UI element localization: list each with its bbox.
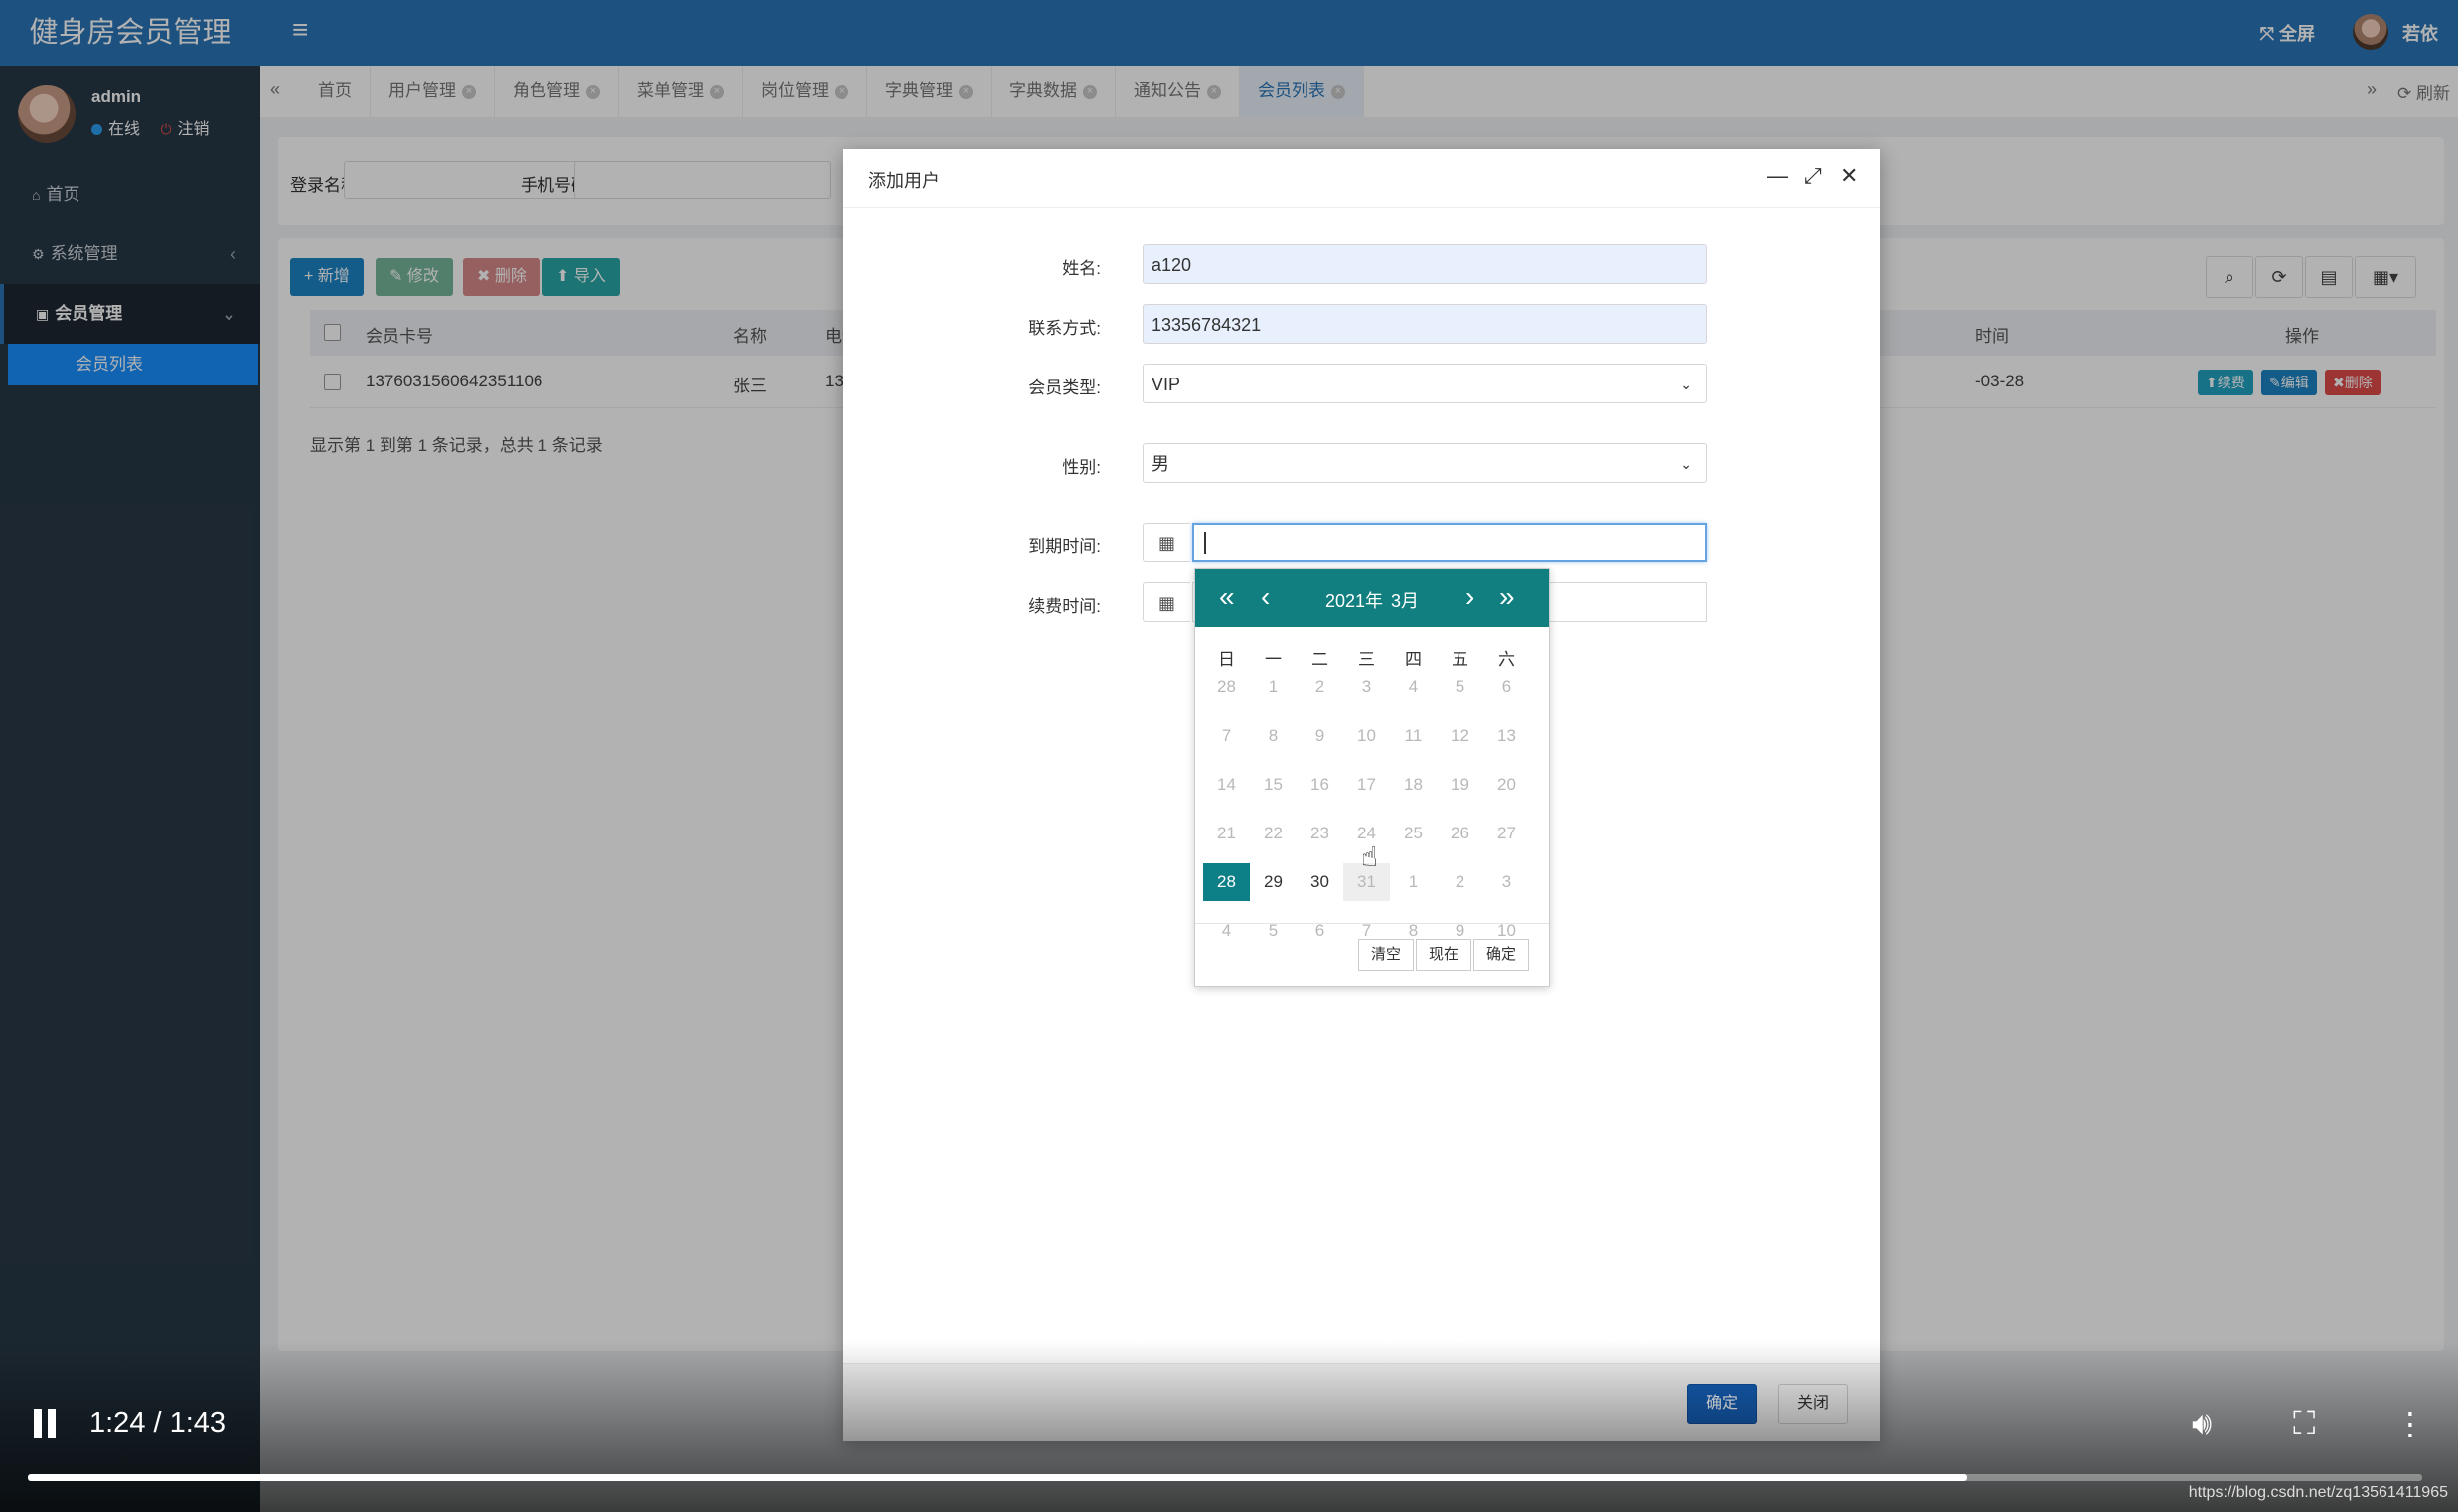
chevron-down-icon: ⌄ [1680, 456, 1692, 472]
calendar-day[interactable]: 14 [1203, 766, 1250, 804]
calendar-day[interactable]: 18 [1390, 766, 1437, 804]
date-picker: « ‹ 2021年 3月 › » 日一二三四五六 28 1 2 3 4 5 6 7 8 9 10 11 1… [1194, 568, 1550, 987]
calendar-day[interactable]: 13 [1483, 717, 1530, 755]
calendar-day[interactable]: 19 [1437, 766, 1483, 804]
video-controls-background [0, 1341, 2458, 1512]
expire-date-input[interactable] [1192, 523, 1707, 562]
weekday-label: 日 [1218, 650, 1235, 669]
name-input[interactable]: a120 [1143, 244, 1707, 284]
renew-label: 续费时间: [1028, 597, 1101, 616]
minimize-icon[interactable]: — [1767, 163, 1788, 189]
calendar-day[interactable]: 3 [1343, 669, 1390, 706]
calendar-day[interactable]: 6 [1297, 912, 1343, 950]
calendar-day[interactable]: 9 [1297, 717, 1343, 755]
calendar-day[interactable]: 2 [1297, 669, 1343, 706]
calendar-day[interactable]: 4 [1390, 669, 1437, 706]
calendar-day[interactable]: 5 [1250, 912, 1297, 950]
weekday-label: 三 [1358, 650, 1375, 669]
pause-icon[interactable] [30, 1407, 60, 1440]
calendar-day[interactable]: 16 [1297, 766, 1343, 804]
weekday-label: 一 [1265, 650, 1282, 669]
picker-year[interactable]: 2021年 [1325, 591, 1383, 611]
calendar-day[interactable]: 17 [1343, 766, 1390, 804]
calendar-day[interactable]: 4 [1203, 912, 1250, 950]
more-options-icon[interactable]: ⋮ [2394, 1405, 2426, 1442]
calendar-day[interactable]: 25 [1390, 815, 1437, 852]
calendar-day[interactable]: 26 [1437, 815, 1483, 852]
calendar-day[interactable]: 10 [1343, 717, 1390, 755]
calendar-day[interactable]: 29 [1250, 863, 1297, 901]
next-year-icon[interactable]: » [1499, 579, 1515, 615]
calendar-day[interactable]: 12 [1437, 717, 1483, 755]
calendar-day[interactable]: 28 [1203, 669, 1250, 706]
calendar-icon[interactable]: ▦ [1143, 582, 1190, 622]
watermark: https://blog.csdn.net/zq13561411965 [2188, 1484, 2448, 1501]
chevron-down-icon: ⌄ [1680, 377, 1692, 392]
text-cursor [1204, 532, 1206, 554]
calendar-day[interactable]: 5 [1437, 669, 1483, 706]
dialog-header: 添加用户 — ⤢ ✕ [843, 149, 1880, 208]
clear-button[interactable]: 清空 [1358, 939, 1415, 971]
calendar-day[interactable]: 1 [1250, 669, 1297, 706]
calendar-day[interactable]: 11 [1390, 717, 1437, 755]
contact-label: 联系方式: [1028, 319, 1101, 338]
now-button[interactable]: 现在 [1416, 939, 1472, 971]
calendar-day[interactable]: 2 [1437, 863, 1483, 901]
pointer-hand-icon: ☝ [1361, 841, 1379, 872]
ok-button[interactable]: 确定 [1473, 939, 1530, 971]
gender-label: 性别: [1062, 458, 1101, 477]
date-picker-divider [1195, 923, 1549, 924]
video-progress-bar[interactable] [28, 1474, 2422, 1481]
contact-input[interactable]: 13356784321 [1143, 304, 1707, 344]
expire-label: 到期时间: [1028, 537, 1101, 556]
member-type-value: VIP [1152, 375, 1181, 394]
member-type-select[interactable]: VIP ⌄ [1143, 364, 1707, 403]
calendar-day[interactable]: 21 [1203, 815, 1250, 852]
weekday-label: 五 [1452, 650, 1468, 669]
video-progress-fill [28, 1474, 1968, 1481]
dialog-title: 添加用户 [868, 171, 940, 191]
weekday-label: 二 [1311, 650, 1328, 669]
calendar-day[interactable]: 22 [1250, 815, 1297, 852]
maximize-icon[interactable]: ⤢ [1804, 163, 1822, 189]
name-label: 姓名: [1062, 259, 1101, 278]
calendar-day[interactable]: 28 [1203, 863, 1250, 901]
calendar-day[interactable]: 23 [1297, 815, 1343, 852]
next-month-icon[interactable]: › [1465, 579, 1474, 615]
gender-select[interactable]: 男 ⌄ [1143, 443, 1707, 483]
calendar-icon[interactable]: ▦ [1143, 523, 1190, 562]
picker-month[interactable]: 3月 [1391, 591, 1419, 611]
fullscreen-icon[interactable]: ⛶ [2293, 1405, 2315, 1442]
gender-value: 男 [1152, 454, 1169, 474]
weekday-label: 四 [1405, 650, 1422, 669]
calendar-day[interactable]: 27 [1483, 815, 1530, 852]
calendar-day[interactable]: 8 [1250, 717, 1297, 755]
weekday-label: 六 [1498, 650, 1515, 669]
calendar-day[interactable]: 15 [1250, 766, 1297, 804]
calendar-day[interactable]: 3 [1483, 863, 1530, 901]
member-type-label: 会员类型: [1028, 378, 1101, 397]
calendar-day[interactable]: 7 [1203, 717, 1250, 755]
volume-icon[interactable]: 🔊︎ [2192, 1405, 2212, 1442]
calendar-day[interactable]: 30 [1297, 863, 1343, 901]
calendar-day[interactable]: 1 [1390, 863, 1437, 901]
video-time: 1:24 / 1:43 [89, 1407, 227, 1438]
date-picker-header: « ‹ 2021年 3月 › » [1195, 569, 1549, 627]
calendar-day[interactable]: 6 [1483, 669, 1530, 706]
calendar-day[interactable]: 20 [1483, 766, 1530, 804]
close-icon[interactable]: ✕ [1840, 163, 1858, 189]
date-picker-title: 2021年 3月 [1195, 587, 1549, 613]
